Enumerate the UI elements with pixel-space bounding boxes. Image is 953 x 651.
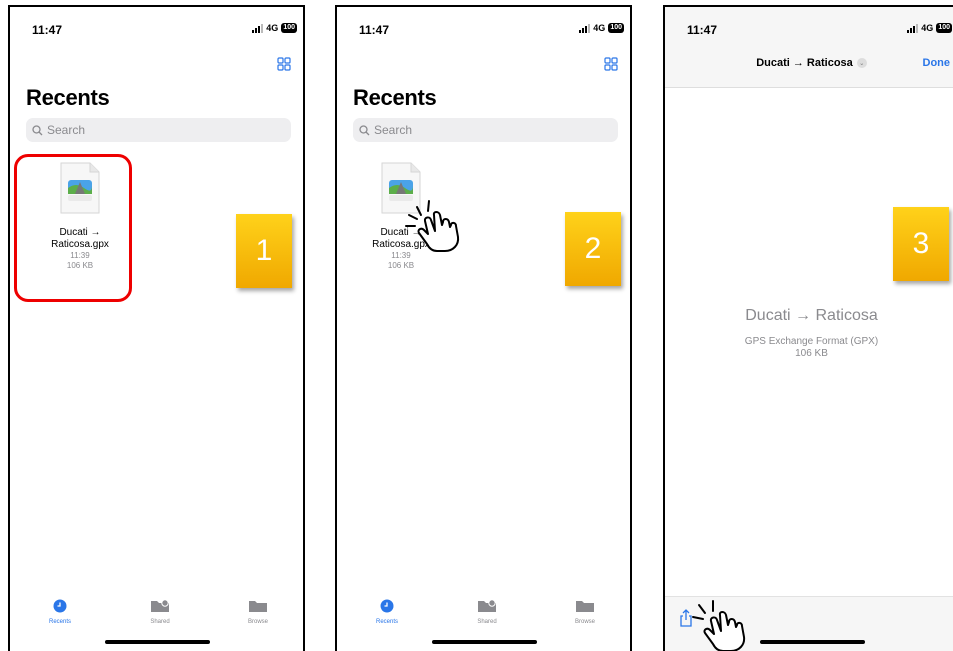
battery-icon: 100 bbox=[936, 23, 952, 33]
screen-step-2: 11:47 4G 100 Recents Search Ducati → Rati… bbox=[335, 5, 632, 651]
tab-recents-label: Recents bbox=[48, 619, 71, 625]
status-indicators: 4G 100 bbox=[252, 23, 297, 33]
tab-shared[interactable]: Shared bbox=[130, 599, 190, 625]
preview-file-name: Ducati → Raticosa bbox=[745, 307, 878, 324]
home-indicator bbox=[759, 640, 865, 644]
status-time: 11:47 bbox=[687, 23, 718, 37]
file-size: 106 KB bbox=[387, 261, 415, 270]
search-placeholder: Search bbox=[374, 123, 413, 137]
document-title: Ducati → Raticosa bbox=[756, 57, 853, 69]
tap-hand-icon bbox=[405, 200, 460, 252]
home-indicator bbox=[431, 640, 537, 644]
network-label: 4G bbox=[266, 23, 279, 33]
tab-recents[interactable]: Recents bbox=[30, 599, 90, 625]
done-button[interactable]: Done bbox=[923, 57, 951, 69]
tab-shared-label: Shared bbox=[150, 619, 170, 625]
battery-icon: 100 bbox=[608, 23, 624, 33]
search-icon bbox=[359, 124, 370, 135]
folder-icon bbox=[249, 601, 267, 612]
tab-browse-label: Browse bbox=[574, 619, 595, 625]
step-badge-1: 1 bbox=[236, 214, 292, 288]
clock-icon bbox=[53, 599, 67, 613]
battery-icon: 100 bbox=[281, 23, 297, 33]
shared-folder-icon bbox=[478, 599, 496, 612]
grid-view-icon[interactable] bbox=[604, 57, 618, 71]
tab-browse[interactable]: Browse bbox=[555, 599, 615, 625]
screen-step-3: 11:47 4G 100 Ducati → Raticosa ⌄ Done Du… bbox=[663, 5, 953, 651]
search-icon bbox=[32, 124, 43, 135]
tab-shared-label: Shared bbox=[477, 619, 497, 625]
page-title: Recents bbox=[353, 85, 437, 110]
folder-icon bbox=[576, 601, 594, 612]
step-badge-2: 2 bbox=[565, 212, 621, 286]
page-title: Recents bbox=[26, 85, 110, 110]
status-indicators: 4G 100 bbox=[907, 23, 952, 33]
clock-icon bbox=[380, 599, 394, 613]
search-field[interactable]: Search bbox=[26, 118, 291, 142]
status-indicators: 4G 100 bbox=[579, 23, 624, 33]
tab-browse-label: Browse bbox=[247, 619, 268, 625]
signal-icon bbox=[579, 23, 591, 33]
network-label: 4G bbox=[921, 23, 934, 33]
highlight-circle bbox=[14, 154, 132, 302]
preview-file-format: GPS Exchange Format (GPX) bbox=[744, 336, 879, 347]
tab-recents[interactable]: Recents bbox=[357, 599, 417, 625]
network-label: 4G bbox=[593, 23, 606, 33]
home-indicator bbox=[104, 640, 210, 644]
step-badge-3: 3 bbox=[893, 207, 949, 281]
preview-file-size: 106 KB bbox=[795, 348, 828, 359]
shared-folder-icon bbox=[151, 599, 169, 612]
tap-hand-icon bbox=[692, 600, 746, 651]
search-placeholder: Search bbox=[47, 123, 86, 137]
preview-nav-bar: 11:47 4G 100 Ducati → Raticosa ⌄ Done bbox=[665, 7, 953, 88]
tab-shared[interactable]: Shared bbox=[457, 599, 517, 625]
screen-step-1: 11:47 4G 100 Recents Search Ducati → Rati… bbox=[8, 5, 305, 651]
signal-icon bbox=[907, 23, 919, 33]
grid-view-icon[interactable] bbox=[277, 57, 291, 71]
search-field[interactable]: Search bbox=[353, 118, 618, 142]
tab-recents-label: Recents bbox=[375, 619, 398, 625]
status-time: 11:47 bbox=[32, 23, 63, 37]
signal-icon bbox=[252, 23, 264, 33]
document-title-menu[interactable]: Ducati → Raticosa ⌄ bbox=[665, 57, 953, 69]
status-time: 11:47 bbox=[359, 23, 390, 37]
tab-browse[interactable]: Browse bbox=[228, 599, 288, 625]
chevron-down-icon: ⌄ bbox=[856, 58, 867, 68]
